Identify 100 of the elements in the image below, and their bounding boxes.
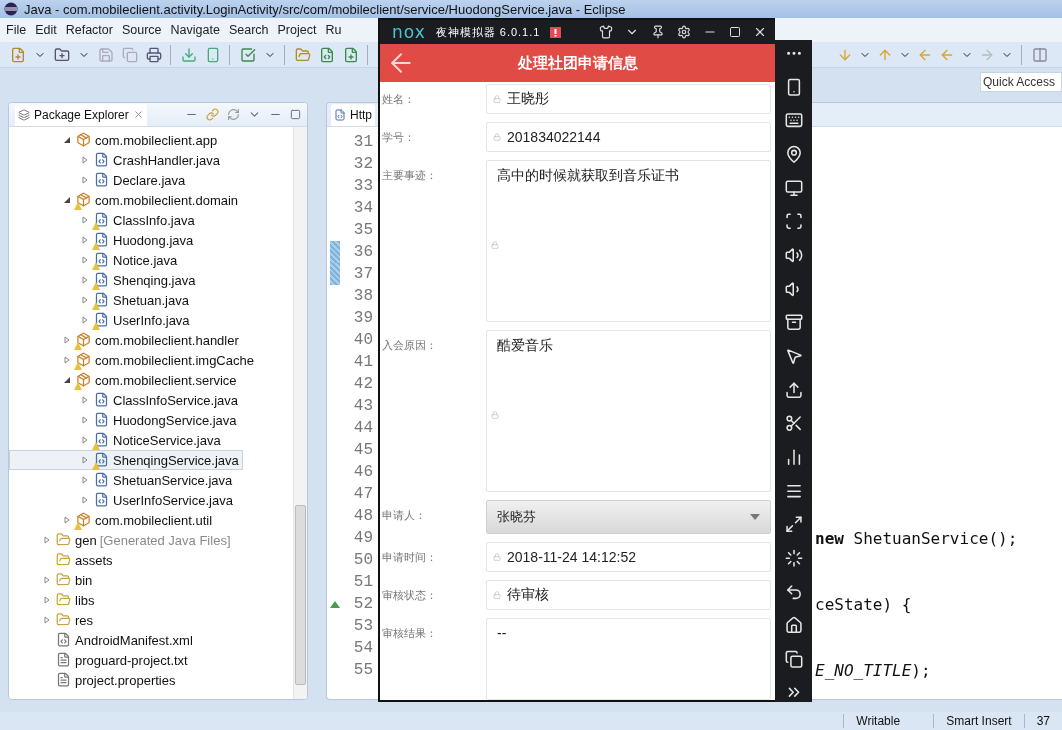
scissors-icon[interactable] xyxy=(783,414,804,433)
tree-item[interactable]: CrashHandler.java xyxy=(9,150,224,170)
line-number: 31 xyxy=(352,133,373,151)
editor-tab[interactable]: Http xyxy=(331,104,375,126)
scrollbar-thumb[interactable] xyxy=(295,505,306,685)
shirt-icon[interactable] xyxy=(599,25,613,39)
tree-item[interactable]: com.mobileclient.domain xyxy=(9,190,243,210)
tree-item[interactable]: UserInfoService.java xyxy=(9,490,237,510)
package-explorer-icon xyxy=(18,108,30,121)
save-icon[interactable] xyxy=(98,46,114,63)
menu-item[interactable]: Edit xyxy=(35,23,57,37)
tree-arrow-icon[interactable] xyxy=(63,196,71,204)
tree-item[interactable]: com.mobileclient.imgCache xyxy=(9,350,258,370)
home-icon[interactable] xyxy=(783,616,804,635)
panel-tab[interactable]: Package Explorer xyxy=(15,103,147,126)
tree-arrow-icon[interactable] xyxy=(63,136,71,144)
fullscreen-icon[interactable] xyxy=(783,212,804,231)
folder-icon xyxy=(56,592,71,607)
dropdown[interactable]: 张晓芬 xyxy=(486,500,771,534)
link-icon[interactable] xyxy=(206,108,219,121)
new-class-icon[interactable] xyxy=(343,46,359,63)
close-icon[interactable] xyxy=(753,25,767,39)
line-number: 45 xyxy=(352,441,373,459)
line-number: 48 xyxy=(352,507,373,525)
recent-apps-icon[interactable] xyxy=(783,649,804,669)
menu-item[interactable]: Search xyxy=(228,23,269,37)
window-icon[interactable] xyxy=(1032,46,1048,63)
tree-item[interactable]: ClassInfo.java xyxy=(9,210,199,230)
new-file-icon[interactable] xyxy=(10,46,26,63)
line-number: 38 xyxy=(352,287,373,305)
tree-item[interactable]: Notice.java xyxy=(9,250,182,270)
tree-item[interactable]: project.properties xyxy=(9,670,180,690)
tree-arrow-icon[interactable] xyxy=(63,376,71,384)
package-icon xyxy=(76,332,91,347)
tree-item[interactable]: com.mobileclient.service xyxy=(9,370,241,390)
tree-item[interactable]: ShetuanService.java xyxy=(9,470,237,490)
code-line: new ShetuanService(); xyxy=(815,528,1018,548)
toolbox-icon[interactable] xyxy=(783,313,804,332)
line-number: 54 xyxy=(352,639,373,657)
text-field[interactable]: 2018-11-24 14:12:52 xyxy=(486,542,771,572)
print-icon[interactable] xyxy=(146,46,162,63)
tree-item[interactable]: Declare.java xyxy=(9,170,190,190)
tree-item[interactable]: Shenqing.java xyxy=(9,270,200,290)
line-number: 36 xyxy=(352,243,373,261)
caret-icon xyxy=(750,514,760,520)
keyboard-icon[interactable] xyxy=(783,111,804,130)
text-field[interactable]: 待审核 xyxy=(486,580,771,610)
tree-item[interactable]: ShenqingService.java xyxy=(9,450,243,470)
text-field[interactable]: 201834022144 xyxy=(486,122,771,152)
lock-icon xyxy=(491,241,499,249)
new-folder-icon[interactable] xyxy=(54,46,70,63)
menu-item[interactable]: Navigate xyxy=(170,23,220,37)
tree-item[interactable]: com.mobileclient.handler xyxy=(9,330,243,350)
code-line: ceState) { xyxy=(815,594,912,614)
tree-item[interactable]: Huodong.java xyxy=(9,230,198,250)
tree-item[interactable]: libs xyxy=(9,590,99,610)
open-folder-icon[interactable] xyxy=(295,46,311,63)
tree-item[interactable]: assets xyxy=(9,550,117,570)
tree-item[interactable]: proguard-project.txt xyxy=(9,650,192,670)
tree-item[interactable]: ClassInfoService.java xyxy=(9,390,242,410)
pin-icon[interactable] xyxy=(651,25,665,39)
java-file-icon[interactable] xyxy=(319,46,335,63)
tree-item[interactable]: res xyxy=(9,610,98,630)
tree-item[interactable]: gen [Generated Java Files] xyxy=(9,530,235,550)
text-field[interactable]: 王晓彤 xyxy=(486,84,771,114)
menu-item[interactable]: Ru xyxy=(325,23,342,37)
alert-icon[interactable] xyxy=(550,26,562,38)
tree-item[interactable]: HuodongService.java xyxy=(9,410,241,430)
folder-icon xyxy=(56,572,71,587)
text-area[interactable]: 酷爱音乐 xyxy=(486,330,771,492)
tree-item[interactable]: NoticeService.java xyxy=(9,430,225,450)
checkbox-icon[interactable] xyxy=(240,46,256,63)
loading-icon[interactable] xyxy=(783,548,804,568)
resize-icon[interactable] xyxy=(783,515,804,534)
device-icon[interactable] xyxy=(205,46,221,63)
quick-access-field[interactable]: Quick Access xyxy=(980,72,1062,92)
java-file-icon xyxy=(94,212,109,227)
menu-item[interactable]: Refactor xyxy=(65,23,113,37)
java-file-icon xyxy=(94,172,109,187)
monitor-icon[interactable] xyxy=(783,178,804,198)
emulator-logo: nox xyxy=(392,22,426,42)
xml-file-icon xyxy=(56,632,71,647)
menu-item[interactable]: Source xyxy=(121,23,162,37)
tree-item[interactable]: UserInfo.java xyxy=(9,310,194,330)
settings-icon[interactable] xyxy=(677,25,691,39)
menu-item[interactable]: Project xyxy=(277,23,317,37)
tree-item[interactable]: com.mobileclient.app xyxy=(9,130,222,150)
save-all-icon[interactable] xyxy=(122,46,138,63)
tree-item[interactable]: AndroidManifest.xml xyxy=(9,630,197,650)
tree-item[interactable]: com.mobileclient.util xyxy=(9,510,217,530)
menu-item[interactable]: File xyxy=(6,23,27,37)
package-icon xyxy=(76,512,91,527)
tree-item[interactable]: Shetuan.java xyxy=(9,290,193,310)
text-area[interactable]: 高中的时候就获取到音乐证书 xyxy=(486,160,771,322)
line-number: 41 xyxy=(352,353,373,371)
volume-up-icon[interactable] xyxy=(783,245,804,265)
upload-icon[interactable] xyxy=(783,380,804,400)
text-area[interactable]: -- xyxy=(486,618,771,700)
download-icon[interactable] xyxy=(181,46,197,63)
tree-item[interactable]: bin xyxy=(9,570,97,590)
